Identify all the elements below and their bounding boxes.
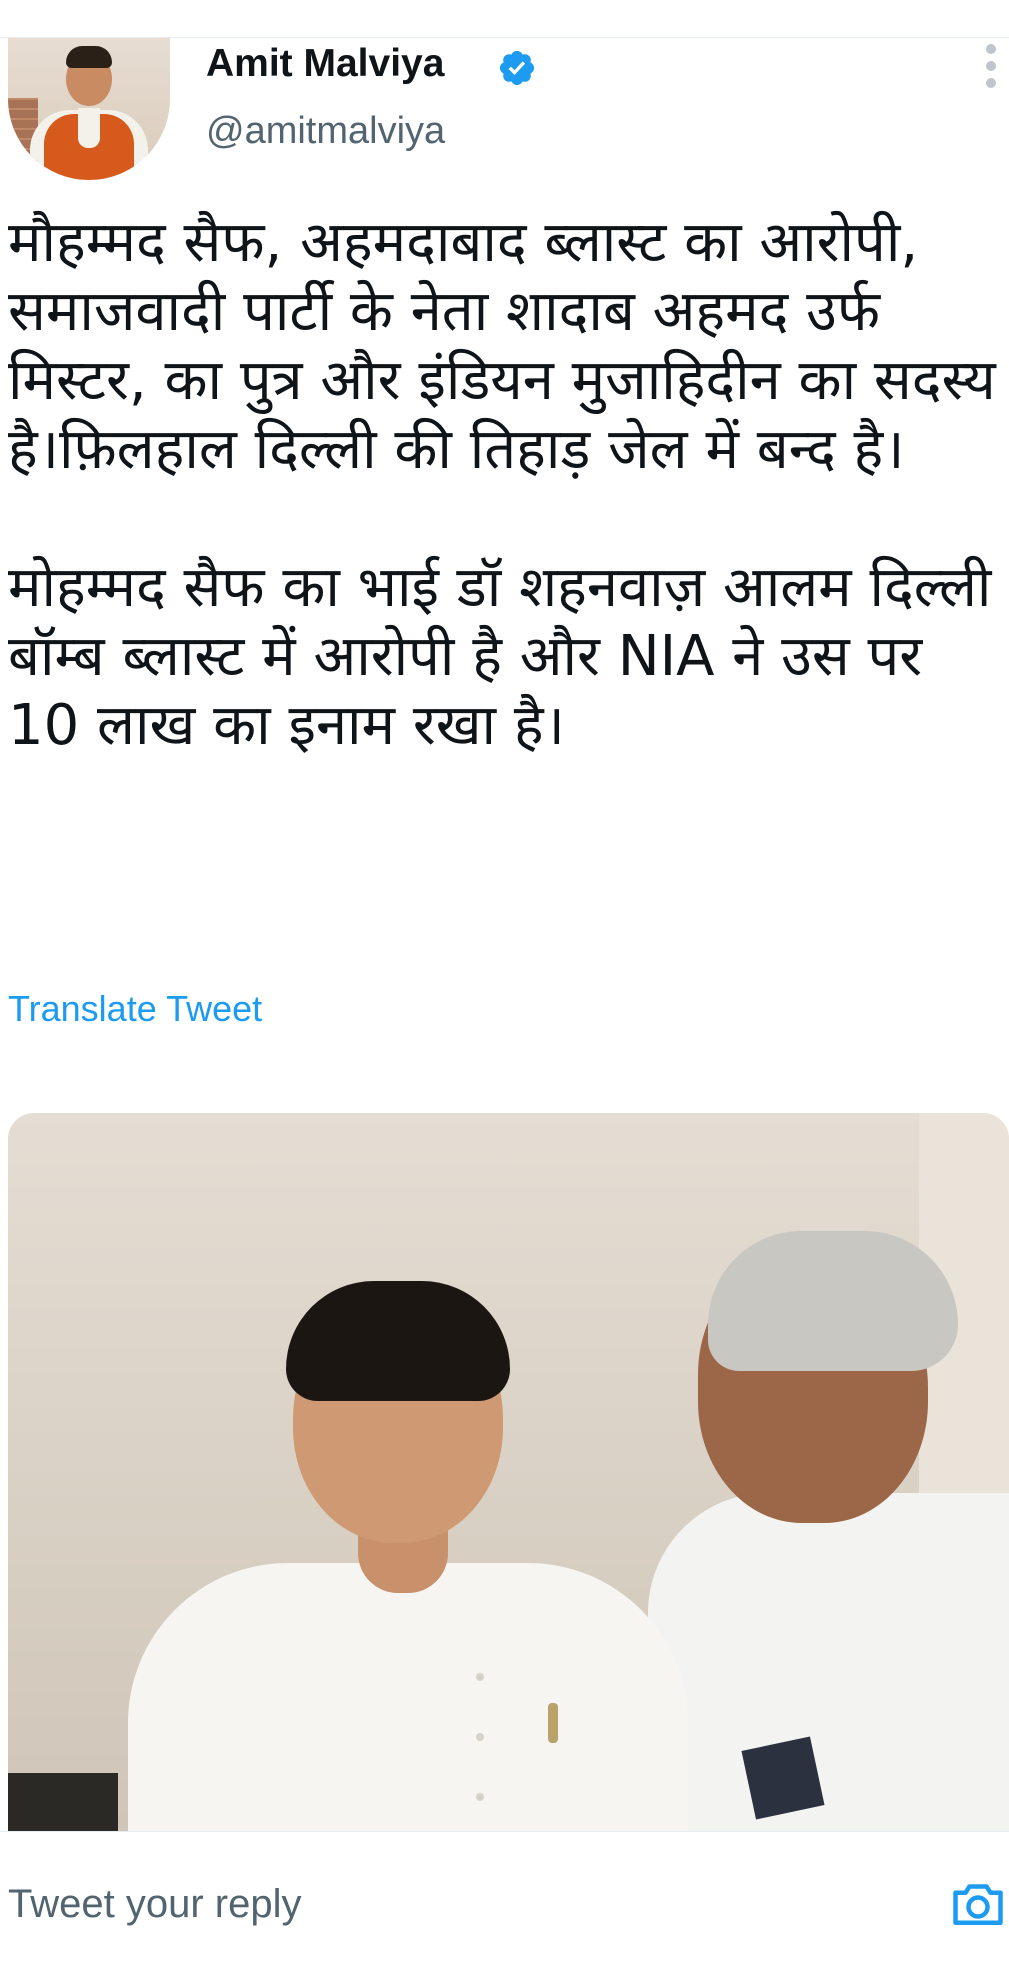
- tweet-photo[interactable]: [8, 1113, 1009, 1831]
- reply-input[interactable]: Tweet your reply: [8, 1882, 301, 1927]
- tweet-text: मौहम्मद सैफ, अहमदाबाद ब्लास्ट का आरोपी, …: [8, 208, 1004, 760]
- camera-icon[interactable]: [948, 1874, 1008, 1934]
- tweet-paragraph: मोहम्मद सैफ का भाई डॉ शहनवाज़ आलम दिल्ली…: [8, 555, 992, 758]
- author-avatar[interactable]: [8, 38, 170, 180]
- author-name[interactable]: Amit Malviya: [206, 42, 444, 86]
- reply-divider: [0, 1831, 1009, 1832]
- verified-badge-icon: [499, 50, 535, 86]
- tweet-paragraph: मौहम्मद सैफ, अहमदाबाद ब्लास्ट का आरोपी, …: [8, 210, 996, 482]
- author-handle[interactable]: @amitmalviya: [206, 110, 445, 153]
- more-options-icon[interactable]: [984, 44, 998, 90]
- translate-tweet-link[interactable]: Translate Tweet: [8, 988, 262, 1030]
